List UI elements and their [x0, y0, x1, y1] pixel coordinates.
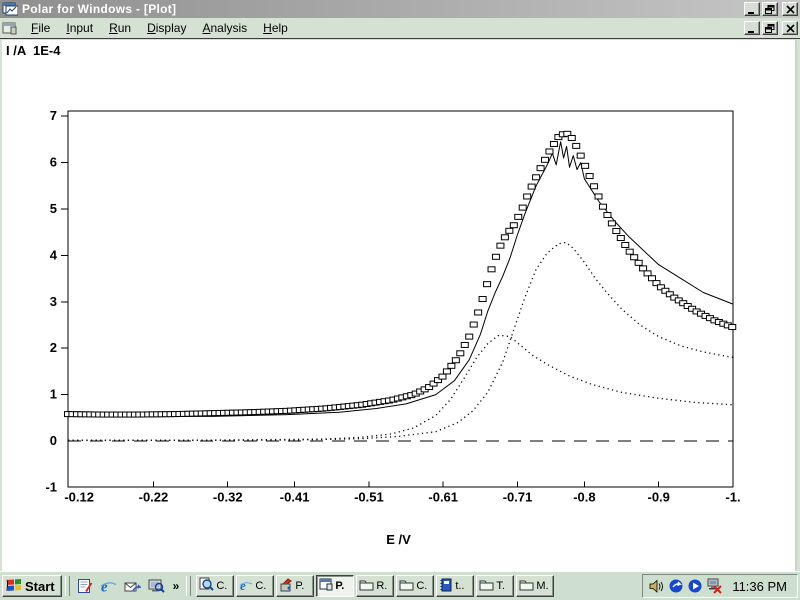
series-experimental-solid — [68, 142, 733, 417]
plot-frame — [68, 111, 733, 487]
window-titlebar[interactable]: Polar for Windows - [Plot] — [0, 0, 800, 18]
y-tick-label: 5 — [50, 201, 57, 216]
window-icon — [319, 578, 333, 594]
y-tick-label: 6 — [50, 155, 57, 170]
y-tick-label: 0 — [50, 433, 57, 448]
taskbar-button-label: R. — [376, 580, 387, 592]
start-label: Start — [25, 579, 55, 594]
taskbar-button-3[interactable]: P. — [276, 575, 314, 597]
x-tick-label: -0.71 — [503, 489, 533, 504]
taskbar-grip-2[interactable] — [186, 576, 191, 596]
mdi-minimize-button[interactable] — [744, 21, 760, 35]
taskbar-button-2[interactable]: eC. — [236, 575, 274, 597]
y-tick-label: 2 — [50, 340, 57, 355]
mdi-restore-button[interactable] — [762, 21, 778, 35]
voltammogram-chart: 7 6 5 4 3 2 1 0 -1 -0.12 -0.22 -0.32 -0.41 -0.51 -0.61… — [2, 40, 795, 571]
taskbar-button-4[interactable]: P. — [316, 575, 354, 597]
taskbar-button-label: C. — [255, 580, 266, 592]
taskbar-button-label: C. — [416, 580, 427, 592]
system-tray: 11:36 PM — [642, 574, 798, 598]
close-button[interactable] — [782, 2, 798, 16]
show-desktop-icon[interactable] — [75, 576, 95, 596]
quicklaunch-overflow-chevron[interactable]: » — [171, 579, 182, 593]
restore-button[interactable] — [762, 2, 778, 16]
x-tick-label: -0.61 — [428, 489, 458, 504]
y-axis-title: I /A 1E-4 — [6, 43, 60, 58]
x-tick-label: -0.22 — [139, 489, 169, 504]
internet-explorer-icon[interactable]: e — [99, 576, 119, 596]
menu-bar: FileInputRunDisplayAnalysisHelp — [0, 18, 800, 39]
app-icon — [2, 2, 18, 16]
x-tick-label: -0.9 — [647, 489, 669, 504]
plot-axes: 7 6 5 4 3 2 1 0 -1 -0.12 -0.22 -0.32 -0.41 -0.51 -0.61… — [45, 108, 740, 504]
notebook-icon — [439, 578, 453, 595]
taskbar-button-9[interactable]: M. — [516, 575, 554, 597]
desktop-search-icon[interactable] — [147, 576, 167, 596]
taskbar-button-6[interactable]: C. — [396, 575, 434, 597]
taskbar-button-label: T. — [496, 580, 505, 592]
menu-display[interactable]: Display — [139, 19, 194, 37]
x-axis-title: E /V — [2, 532, 795, 547]
network-error-icon[interactable] — [705, 578, 722, 595]
taskbar-button-8[interactable]: T. — [476, 575, 514, 597]
taskbar-clock[interactable]: 11:36 PM — [732, 579, 787, 594]
taskbar-button-1[interactable]: C. — [196, 575, 234, 597]
taskbar-button-5[interactable]: R. — [356, 575, 394, 597]
menu-input[interactable]: Input — [58, 19, 101, 37]
menu-help[interactable]: Help — [255, 19, 296, 37]
media-player-blue-1-icon[interactable] — [667, 578, 684, 595]
paint-icon — [279, 578, 293, 595]
volume-icon[interactable] — [648, 578, 665, 595]
series-fitted-square-markers — [65, 131, 736, 417]
y-tick-label: -1 — [45, 479, 57, 494]
y-tick-label: 3 — [50, 294, 57, 309]
folder-icon — [519, 578, 534, 594]
taskbar-button-label: M. — [536, 580, 548, 592]
taskbar-button-label: C. — [216, 580, 227, 592]
taskbar-grip[interactable] — [65, 576, 70, 596]
mdi-close-button[interactable] — [782, 21, 798, 35]
minimize-button[interactable] — [744, 2, 760, 16]
x-tick-label: -0.8 — [573, 489, 595, 504]
folder-icon — [359, 578, 374, 594]
taskbar-button-label: P. — [335, 580, 344, 592]
window-title: Polar for Windows - [Plot] — [22, 2, 742, 16]
svg-text:e: e — [101, 580, 108, 595]
outlook-express-icon[interactable] — [123, 576, 143, 596]
quick-launch-bar: e» — [73, 576, 184, 596]
ie-icon: e — [239, 578, 253, 595]
plot-client-area: 7 6 5 4 3 2 1 0 -1 -0.12 -0.22 -0.32 -0.41 -0.51 -0.61… — [2, 40, 797, 571]
x-tick-label: -0.51 — [354, 489, 384, 504]
menu-analysis[interactable]: Analysis — [194, 19, 255, 37]
y-tick-label: 7 — [50, 108, 57, 123]
y-tick-label: 1 — [50, 387, 57, 402]
taskbar-button-7[interactable]: t.. — [436, 575, 474, 597]
taskbar: Start e» C.eC.P.P.R.C.t..T.M. — [0, 571, 800, 600]
x-tick-label: -0.32 — [213, 489, 243, 504]
x-tick-label: -0.12 — [64, 489, 94, 504]
y-tick-label: 4 — [50, 247, 58, 262]
taskbar-button-label: P. — [295, 580, 304, 592]
x-tick-label: -1. — [725, 489, 740, 504]
folder-icon — [399, 578, 414, 594]
windows-logo-icon — [6, 577, 22, 595]
folder-icon — [479, 578, 494, 594]
document-window-icon[interactable] — [2, 22, 17, 35]
menu-file[interactable]: File — [23, 19, 58, 37]
menu-run[interactable]: Run — [101, 19, 139, 37]
series-fit-component-1-dotted — [68, 335, 733, 440]
taskbar-button-label: t.. — [455, 580, 464, 592]
magnifier-icon — [199, 577, 214, 595]
series-fit-component-2-dotted — [68, 242, 733, 440]
start-button[interactable]: Start — [2, 575, 62, 597]
task-button-row: C.eC.P.P.R.C.t..T.M. — [196, 575, 554, 597]
media-player-blue-2-icon[interactable] — [686, 578, 703, 595]
x-tick-label: -0.41 — [280, 489, 310, 504]
